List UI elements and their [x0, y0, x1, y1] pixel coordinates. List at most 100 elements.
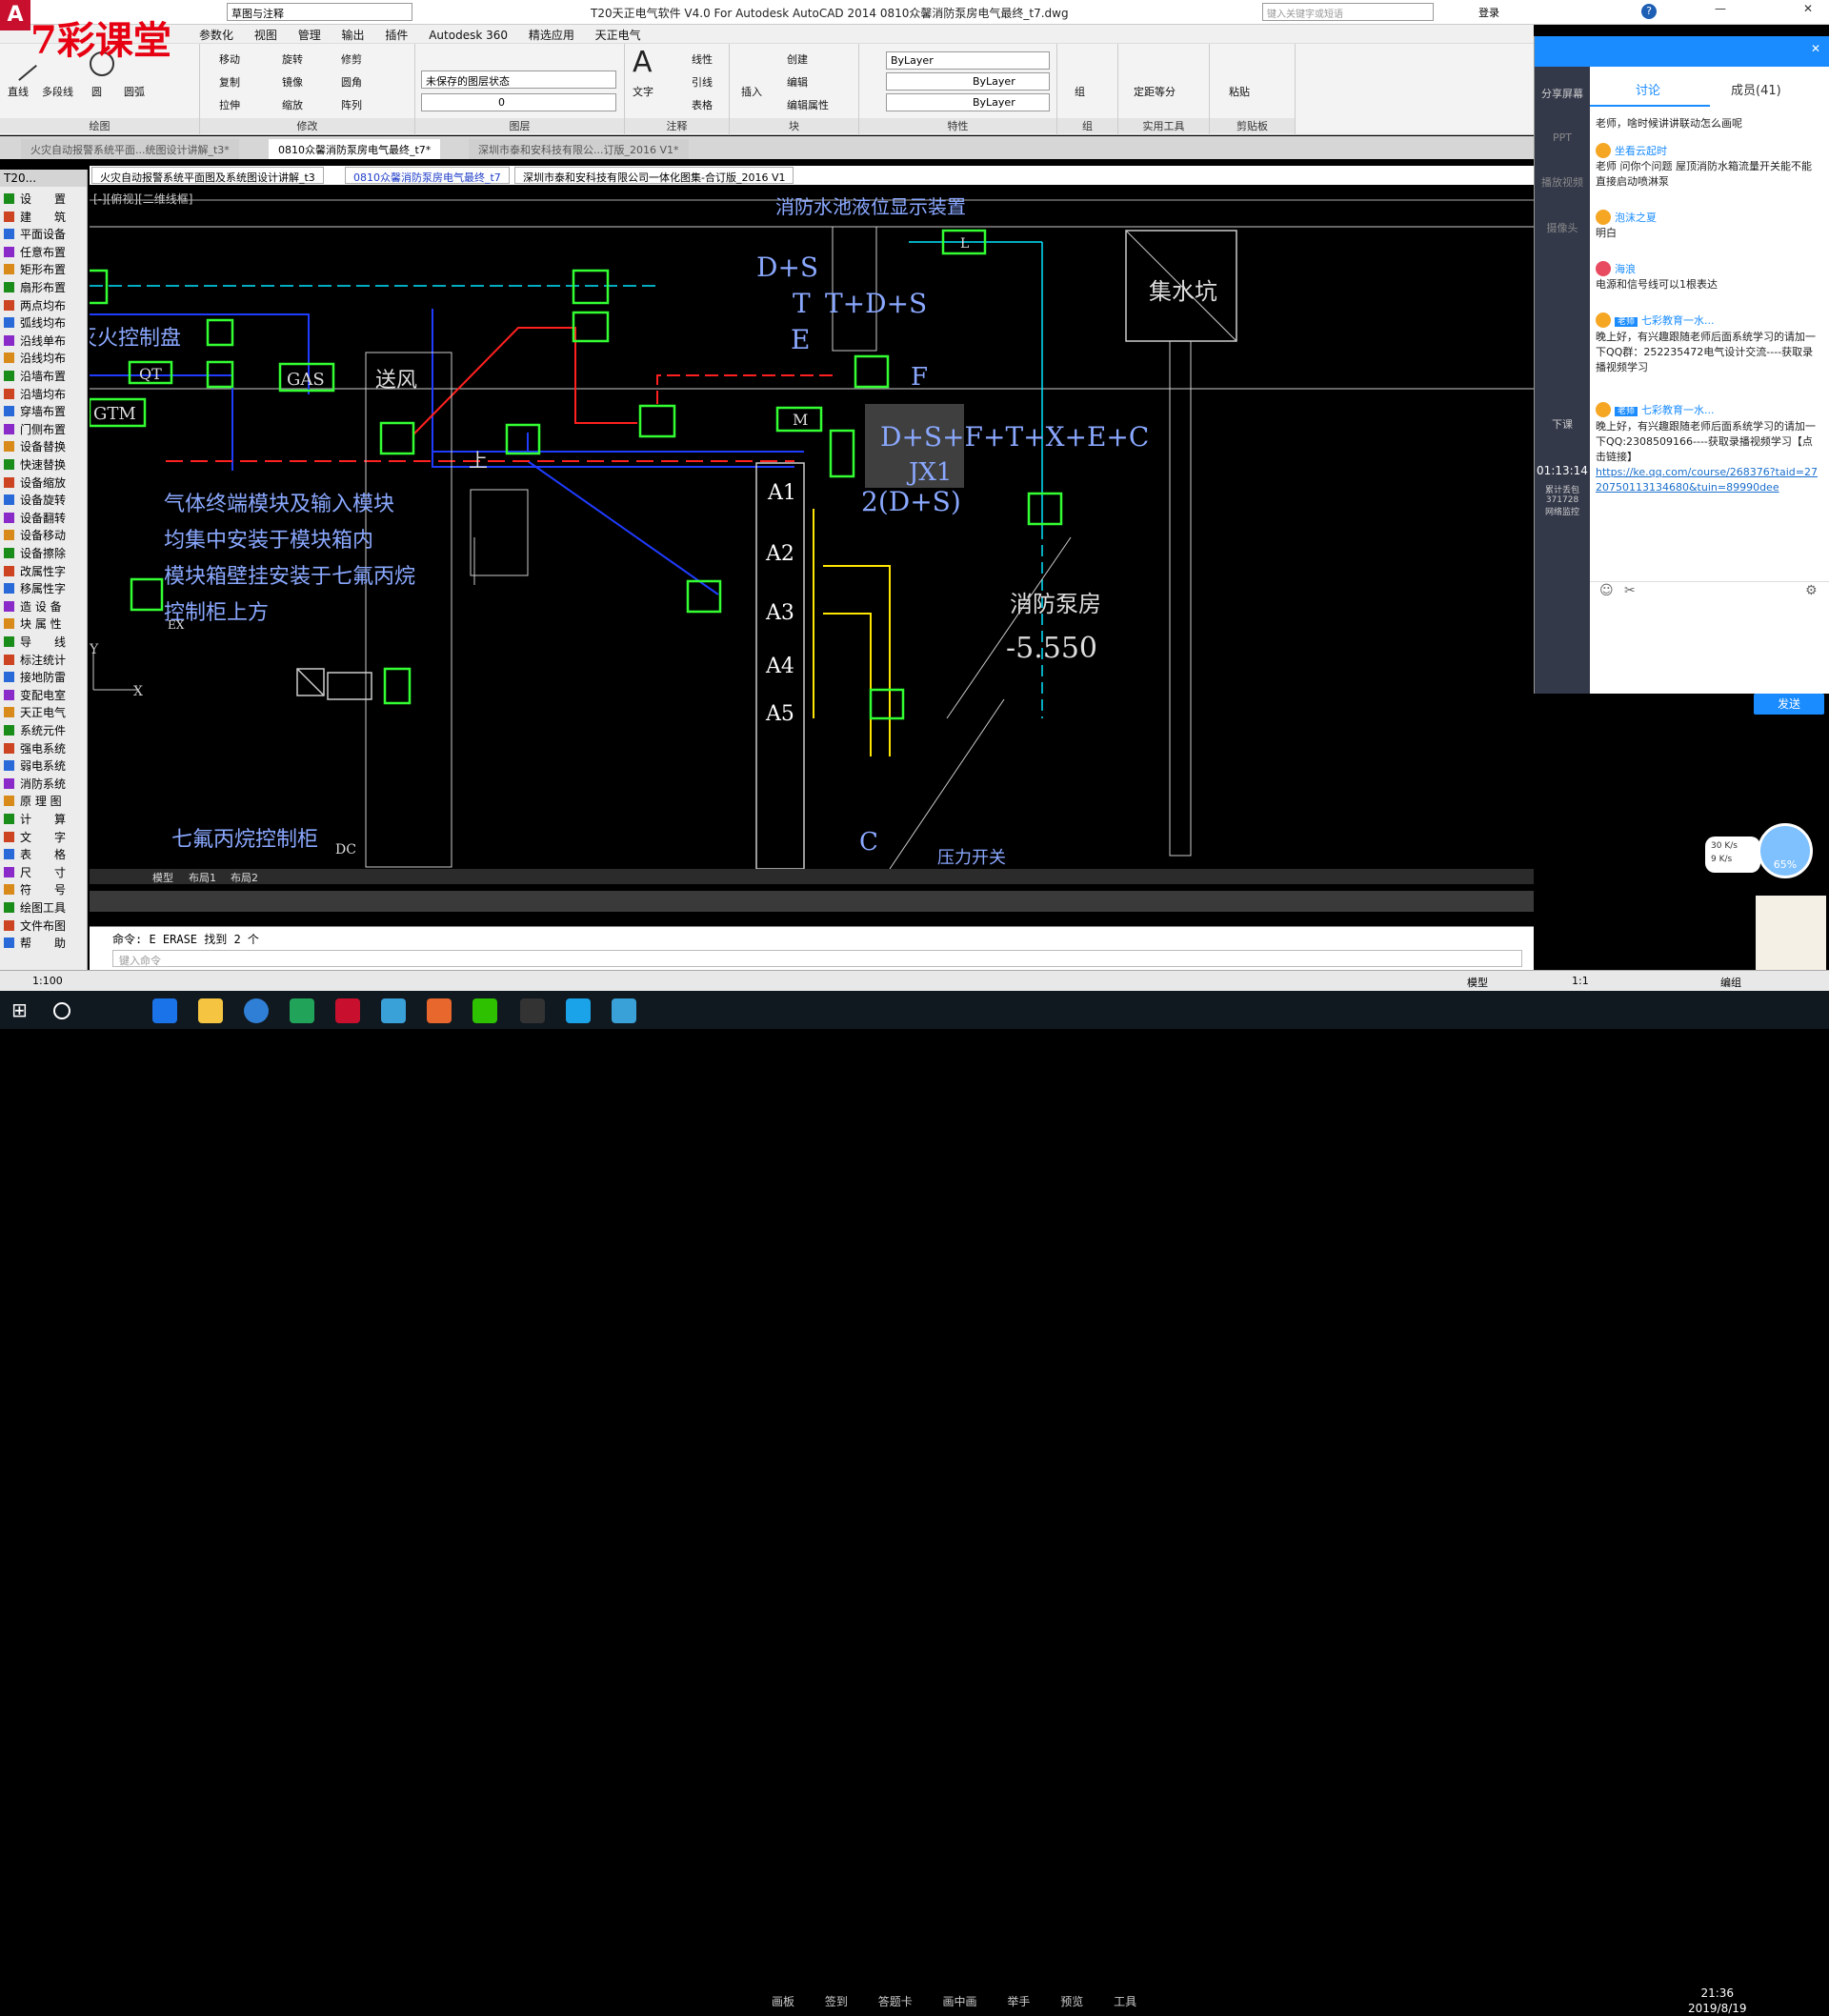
edge-icon[interactable] — [152, 998, 177, 1023]
panel-item[interactable]: 导 线 — [4, 634, 66, 650]
scale-indicator[interactable]: 1:100 — [32, 975, 63, 987]
file-tab-active[interactable]: 0810众馨消防泵房电气最终_t7 — [345, 167, 510, 184]
panel-item[interactable]: 沿墙均布 — [4, 386, 66, 402]
menu-item[interactable]: 参数化 — [191, 25, 242, 45]
edit-group-toggle[interactable]: 编组 — [1720, 975, 1741, 990]
windows-start-icon[interactable]: ⊞ — [11, 998, 36, 1023]
tab-members[interactable]: 成员(41) — [1731, 80, 1781, 98]
menu-item[interactable]: 天正电气 — [587, 25, 650, 45]
search-input[interactable]: 键入关键字或短语 — [1262, 3, 1434, 21]
circle-button[interactable]: 圆 — [91, 84, 102, 99]
panel-item[interactable]: 符 号 — [4, 881, 66, 897]
panel-item[interactable]: 表 格 — [4, 846, 66, 862]
help-icon[interactable]: ? — [1641, 4, 1657, 19]
close-icon[interactable]: ✕ — [1811, 42, 1820, 55]
wechat-icon[interactable] — [472, 998, 497, 1023]
mirror-button[interactable]: 镜像 — [282, 74, 303, 90]
search-icon[interactable] — [53, 1002, 70, 1019]
panel-item[interactable]: 设备擦除 — [4, 545, 66, 561]
send-button[interactable]: 发送 — [1754, 694, 1824, 715]
panel-item[interactable]: 矩形布置 — [4, 261, 66, 277]
linetype-combo[interactable]: ByLayer — [886, 72, 1050, 91]
panel-item[interactable]: 消防系统 — [4, 776, 66, 792]
panel-item[interactable]: 任意布置 — [4, 244, 66, 260]
autocad-icon[interactable] — [335, 998, 360, 1023]
pdf-icon[interactable] — [427, 998, 452, 1023]
current-layer-combo[interactable]: 0 — [421, 93, 616, 111]
panel-item[interactable]: 计 算 — [4, 811, 66, 827]
workspace-combo[interactable]: 草图与注释 — [227, 3, 412, 21]
panel-item[interactable]: 设备缩放 — [4, 474, 66, 491]
tools-button[interactable]: 工具 — [1114, 1995, 1136, 2008]
panel-item[interactable]: 设备旋转 — [4, 492, 66, 508]
scale-button[interactable]: 缩放 — [282, 97, 303, 112]
stretch-button[interactable]: 拉伸 — [219, 97, 240, 112]
panel-item[interactable]: 门侧布置 — [4, 421, 66, 437]
doc-tab[interactable]: 深圳市泰和安科技有限公...订版_2016 V1* — [469, 139, 689, 159]
dim-linear-button[interactable]: 线性 — [692, 51, 713, 67]
panel-item[interactable]: 设备替换 — [4, 438, 66, 454]
tangent-bottom-toolbar[interactable] — [90, 891, 1534, 912]
panel-item[interactable]: 弱电系统 — [4, 757, 66, 774]
panel-item[interactable]: 建 筑 — [4, 209, 66, 225]
edit-attributes-button[interactable]: 编辑属性 — [787, 97, 829, 112]
panel-item[interactable]: 移属性字 — [4, 580, 66, 596]
trim-button[interactable]: 修剪 — [341, 51, 362, 67]
camera-button[interactable]: 摄像头 — [1535, 220, 1590, 235]
clock-app-icon[interactable] — [244, 998, 269, 1023]
doc-tab[interactable]: 火灾自动报警系统平面...统图设计讲解_t3* — [21, 139, 239, 159]
player-icon[interactable] — [290, 998, 314, 1023]
whiteboard-button[interactable]: 画板 — [772, 1995, 794, 2008]
edit-block-button[interactable]: 编辑 — [787, 74, 808, 90]
panel-item[interactable]: 文 字 — [4, 829, 66, 845]
panel-item[interactable]: 块 属 性 — [4, 615, 62, 632]
tab-discussion[interactable]: 讨论 — [1636, 80, 1660, 98]
panel-item[interactable]: 天正电气 — [4, 704, 66, 720]
line-button[interactable]: 直线 — [8, 84, 29, 99]
menu-item[interactable]: Autodesk 360 — [420, 27, 516, 44]
minimize-icon[interactable]: — — [1715, 2, 1726, 15]
settings-icon[interactable]: ⚙ — [1805, 583, 1818, 598]
folder-icon[interactable] — [198, 998, 223, 1023]
menu-item[interactable]: 输出 — [333, 25, 373, 45]
share-screen-button[interactable]: 分享屏幕 — [1535, 86, 1590, 101]
layer-state-combo[interactable]: 未保存的图层状态 — [421, 71, 616, 89]
login-button[interactable]: 登录 — [1478, 5, 1499, 20]
panel-item[interactable]: 强电系统 — [4, 740, 66, 756]
copy-button[interactable]: 复制 — [219, 74, 240, 90]
panel-item[interactable]: 弧线均布 — [4, 314, 66, 331]
pip-button[interactable]: 画中画 — [943, 1995, 977, 2008]
panel-item[interactable]: 尺 寸 — [4, 864, 66, 880]
color-combo[interactable]: ByLayer — [886, 51, 1050, 70]
answer-card-button[interactable]: 答题卡 — [878, 1995, 913, 2008]
measure-button[interactable]: 定距等分 — [1134, 84, 1176, 99]
model-space-toggle[interactable]: 模型 — [1467, 975, 1488, 990]
panel-item[interactable]: 沿线单布 — [4, 333, 66, 349]
polyline-button[interactable]: 多段线 — [42, 84, 73, 99]
qq-class-icon[interactable] — [566, 998, 591, 1023]
media-icon[interactable] — [520, 998, 545, 1023]
checkin-button[interactable]: 签到 — [825, 1995, 848, 2008]
panel-item[interactable]: 变配电室 — [4, 687, 66, 703]
panel-item[interactable]: 改属性字 — [4, 563, 66, 579]
array-button[interactable]: 阵列 — [341, 97, 362, 112]
group-button[interactable]: 组 — [1075, 84, 1085, 99]
paste-button[interactable]: 粘贴 — [1229, 84, 1250, 99]
app-icon[interactable] — [381, 998, 406, 1023]
panel-item[interactable]: 造 设 备 — [4, 598, 62, 615]
menu-item[interactable]: 视图 — [246, 25, 286, 45]
panel-item[interactable]: 文件布图 — [4, 917, 66, 934]
panel-item[interactable]: 设备移动 — [4, 527, 66, 543]
table-button[interactable]: 表格 — [692, 97, 713, 112]
file-tab[interactable]: 深圳市泰和安科技有限公司一体化图集-合订版_2016 V1 — [514, 167, 794, 184]
panel-item[interactable]: 设备翻转 — [4, 510, 66, 526]
preview-button[interactable]: 预览 — [1060, 1995, 1083, 2008]
panel-item[interactable]: 快速替换 — [4, 456, 66, 473]
move-button[interactable]: 移动 — [219, 51, 240, 67]
emoji-icon[interactable]: ☺ — [1599, 583, 1614, 598]
panel-item[interactable]: 原 理 图 — [4, 793, 62, 809]
command-input[interactable]: 键入命令 — [112, 950, 1522, 967]
panel-item[interactable]: 两点均布 — [4, 297, 66, 313]
rotate-button[interactable]: 旋转 — [282, 51, 303, 67]
create-block-button[interactable]: 创建 — [787, 51, 808, 67]
